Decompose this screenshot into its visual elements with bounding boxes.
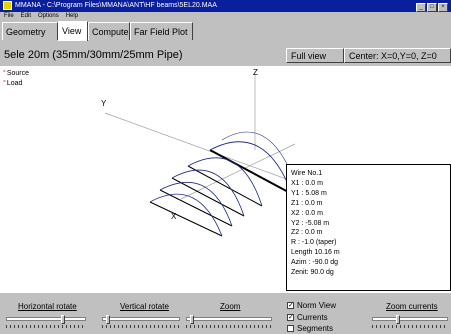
currents-label: Currents (297, 313, 328, 322)
app-icon (3, 0, 12, 10)
slider-thumb[interactable] (396, 315, 400, 324)
horizontal-rotate-slider[interactable] (6, 315, 86, 329)
window-controls: _ □ × (415, 1, 448, 12)
element-wire-1[interactable] (209, 149, 293, 195)
wire-info-line: X1 : 0.0 m (291, 179, 323, 187)
wire-info-line: Wire No.1 (291, 170, 323, 177)
window-title: MMANA - C:\Program Files\MMANA\ANT\HF be… (15, 2, 217, 9)
slider-track (186, 317, 272, 321)
wire-info-line: X2 : 0.0 m (291, 209, 323, 217)
slider-ticks (102, 325, 180, 328)
tab-geometry[interactable]: Geometry (2, 22, 58, 40)
wire-info-line: Y1 : 5.08 m (291, 189, 327, 197)
antenna-view[interactable]: °Source °Load Z Y X Wire No.1 X1 : 0.0 m… (0, 66, 451, 293)
segments-checkbox[interactable] (287, 325, 294, 333)
minimize-button[interactable]: _ (416, 3, 426, 12)
element-wire-5[interactable] (149, 201, 223, 237)
view-header: 5ele 20m (35mm/30mm/25mm Pipe) Full view… (0, 46, 451, 65)
menu-help[interactable]: Help (66, 13, 78, 19)
norm-view-option[interactable]: ✓ Norm View (287, 301, 336, 310)
slider-thumb[interactable] (61, 315, 65, 324)
wire-info-line: Zenit: 90.0 dg (291, 269, 334, 277)
zoom-currents-slider[interactable] (372, 315, 448, 329)
menu-edit[interactable]: Edit (21, 13, 31, 19)
slider-ticks (372, 325, 448, 328)
wire-info-line: Azim : -90.0 dg (291, 259, 339, 267)
slider-ticks (186, 325, 272, 328)
full-view-button[interactable]: Full view (286, 48, 344, 63)
maximize-button[interactable]: □ (427, 3, 437, 12)
slider-ticks (6, 325, 86, 328)
segments-option[interactable]: Segments (287, 324, 333, 333)
wire-info-line: R : -1.0 (taper) (291, 239, 337, 247)
vertical-rotate-slider[interactable] (102, 315, 180, 329)
current-curve-1 (209, 141, 293, 195)
slider-thumb[interactable] (190, 315, 194, 324)
close-button[interactable]: × (438, 3, 448, 12)
slider-track (102, 317, 180, 321)
slider-track (6, 317, 86, 321)
tab-far-field-plot[interactable]: Far Field Plot (130, 22, 193, 40)
horizontal-rotate-label: Horizontal rotate (18, 302, 77, 311)
zoom-currents-label: Zoom currents (386, 302, 438, 311)
center-button[interactable]: Center: X=0,Y=0, Z=0 (344, 48, 451, 63)
slider-thumb[interactable] (106, 315, 110, 324)
y-axis-label: Y (101, 99, 107, 108)
model-title: 5ele 20m (35mm/30mm/25mm Pipe) (4, 49, 183, 61)
currents-checkbox[interactable]: ✓ (287, 314, 294, 322)
z-axis-label: Z (253, 68, 258, 77)
current-curve-5 (149, 193, 223, 237)
segments-label: Segments (297, 324, 334, 333)
slider-track (372, 317, 448, 321)
norm-view-checkbox[interactable]: ✓ (287, 302, 294, 310)
title-bar: MMANA - C:\Program Files\MMANA\ANT\HF be… (0, 0, 451, 12)
menu-file[interactable]: File (4, 13, 14, 19)
vertical-rotate-label: Vertical rotate (120, 302, 169, 311)
tab-compute[interactable]: Compute (88, 22, 130, 40)
wire-info-line: Z2 : 0.0 m (291, 229, 323, 237)
menu-bar: File Edit Options Help (0, 12, 451, 21)
zoom-label: Zoom (220, 302, 241, 311)
wire-info-line: Y2 : -5.08 m (291, 219, 330, 227)
tab-view[interactable]: View (58, 21, 88, 41)
wire-info-line: Length 10.16 m (291, 249, 340, 257)
wire-info-line: Z1 : 0.0 m (291, 199, 323, 207)
norm-view-label: Norm View (297, 301, 336, 310)
wire-info-tooltip: Wire No.1 X1 : 0.0 m Y1 : 5.08 m Z1 : 0.… (286, 164, 451, 291)
currents-option[interactable]: ✓ Currents (287, 313, 328, 322)
menu-options[interactable]: Options (38, 13, 59, 19)
zoom-slider[interactable] (186, 315, 272, 329)
control-panel: Horizontal rotate Vertical rotate Zoom ✓… (0, 293, 451, 334)
